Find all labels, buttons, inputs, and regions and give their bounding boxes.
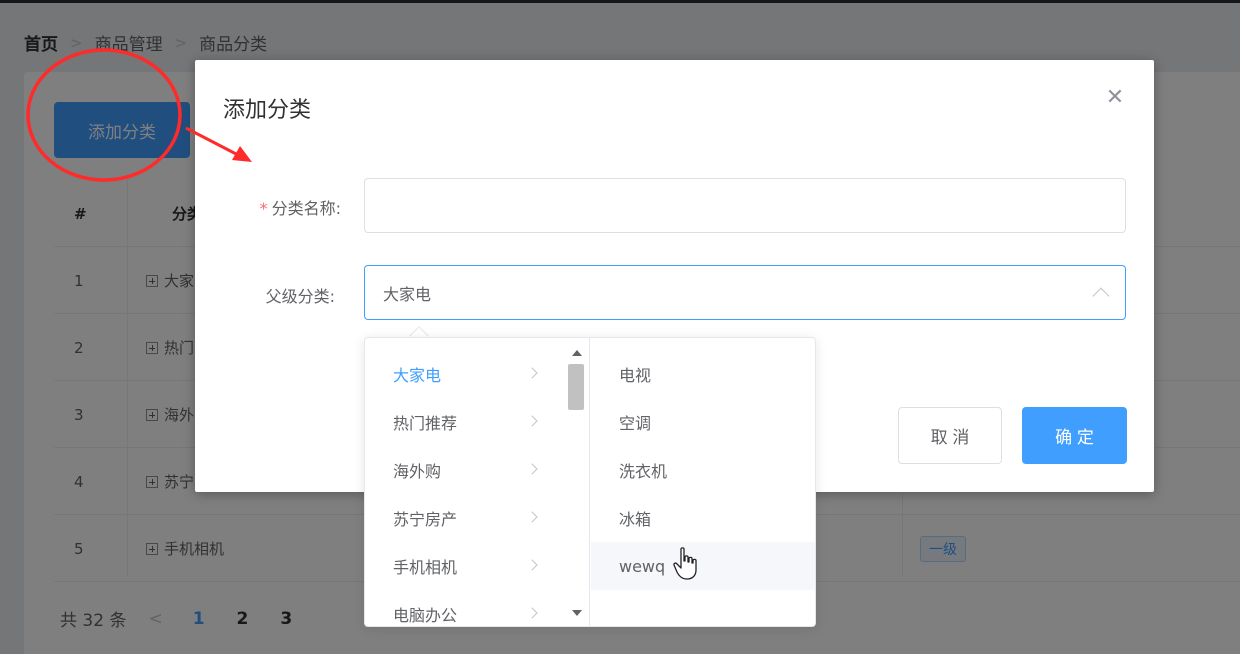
name-label-text: 分类名称: bbox=[271, 199, 341, 218]
cascader-scrollbar[interactable] bbox=[566, 344, 586, 624]
chevron-right-icon bbox=[526, 607, 538, 619]
option-label: 热门推荐 bbox=[393, 414, 458, 433]
cascader-option[interactable]: 海外购 bbox=[365, 446, 565, 494]
cascader-option[interactable]: 手机相机 bbox=[365, 542, 565, 590]
scroll-down-icon[interactable] bbox=[572, 610, 582, 616]
cascader-option[interactable]: wewq bbox=[591, 542, 815, 590]
cascader-option[interactable]: 冰箱 bbox=[591, 494, 815, 542]
chevron-right-icon bbox=[526, 463, 538, 475]
chevron-right-icon bbox=[526, 511, 538, 523]
chevron-right-icon bbox=[526, 367, 538, 379]
cascader-menu-level2: 电视 空调 洗衣机 冰箱 wewq bbox=[591, 338, 815, 626]
scroll-up-icon[interactable] bbox=[572, 350, 582, 356]
option-label: 海外购 bbox=[393, 462, 442, 481]
confirm-button[interactable]: 确 定 bbox=[1022, 407, 1127, 464]
close-icon[interactable]: ✕ bbox=[1103, 86, 1127, 110]
chevron-right-icon bbox=[526, 559, 538, 571]
parent-label: 父级分类: bbox=[265, 287, 335, 306]
cancel-button[interactable]: 取 消 bbox=[898, 407, 1002, 464]
hand-cursor-icon bbox=[673, 547, 697, 580]
cascader-option[interactable]: 苏宁房产 bbox=[365, 494, 565, 542]
cascader-option[interactable]: 大家电 bbox=[365, 350, 565, 398]
option-label: 大家电 bbox=[393, 366, 442, 385]
scroll-thumb[interactable] bbox=[568, 364, 584, 410]
cascader-option[interactable]: 洗衣机 bbox=[591, 446, 815, 494]
chevron-up-icon bbox=[1092, 287, 1110, 305]
required-mark: * bbox=[259, 199, 268, 218]
name-label: * 分类名称: bbox=[201, 195, 341, 219]
cascader-menu-level1: 大家电 热门推荐 海外购 苏宁房产 手机相机 电脑办公 bbox=[365, 338, 590, 626]
parent-category-select[interactable]: 大家电 bbox=[364, 265, 1126, 320]
cascader-option[interactable]: 电脑办公 bbox=[365, 590, 565, 626]
parent-select-value: 大家电 bbox=[383, 284, 432, 304]
cascader-panel: 大家电 热门推荐 海外购 苏宁房产 手机相机 电脑办公 电视 空调 洗衣机 冰箱… bbox=[364, 337, 816, 627]
dialog-title: 添加分类 bbox=[223, 98, 312, 123]
option-label: 手机相机 bbox=[393, 558, 458, 577]
cascader-option[interactable]: 电视 bbox=[591, 350, 815, 398]
option-label: 电脑办公 bbox=[393, 606, 458, 625]
category-name-input[interactable] bbox=[364, 178, 1126, 233]
cascader-option[interactable]: 热门推荐 bbox=[365, 398, 565, 446]
chevron-right-icon bbox=[526, 415, 538, 427]
option-label: 苏宁房产 bbox=[393, 510, 458, 529]
cascader-option[interactable]: 空调 bbox=[591, 398, 815, 446]
